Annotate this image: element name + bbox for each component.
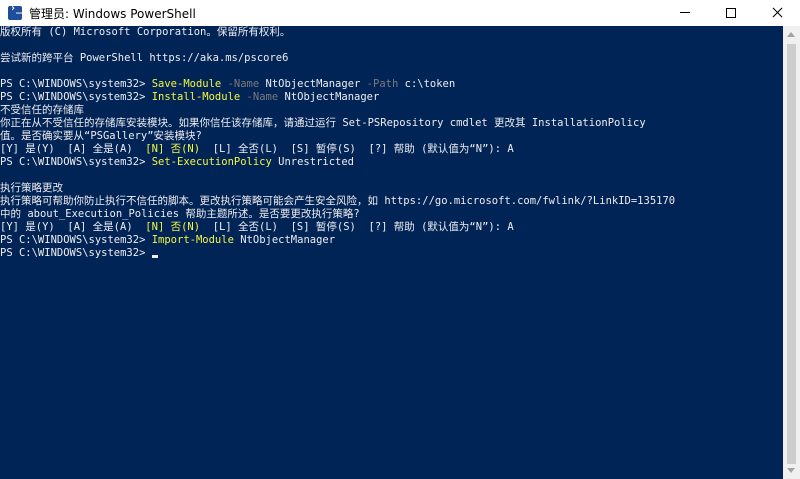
- console-line: PS C:\WINDOWS\system32>: [0, 247, 783, 260]
- console-text: 你正在从不受信任的存储库安装模块。如果你信任该存储库，请通过运行 Set-PSR…: [0, 117, 646, 129]
- console-text: c:\token: [398, 78, 456, 90]
- scroll-down-icon[interactable]: [783, 462, 800, 479]
- command-token: Set-ExecutionPolicy: [151, 156, 272, 168]
- console-text: 不受信任的存储库: [0, 104, 84, 116]
- console-text: PS C:\WINDOWS\system32>: [0, 91, 152, 103]
- console-line: PS C:\WINDOWS\system32> Set-ExecutionPol…: [0, 156, 783, 169]
- console-text: PS C:\WINDOWS\system32>: [0, 78, 152, 90]
- scroll-thumb[interactable]: [787, 44, 796, 464]
- console-text: NtObjectManager: [233, 234, 336, 246]
- console-text: [L] 全否(L) [S] 暂停(S) [?] 帮助 (默认值为“N”): A: [200, 221, 514, 233]
- console-line: PS C:\WINDOWS\system32> Install-Module -…: [0, 91, 783, 104]
- text-cursor: [151, 255, 158, 258]
- command-token: Install-Module: [151, 91, 241, 103]
- console-line: [Y] 是(Y) [A] 全是(A) [N] 否(N) [L] 全否(L) [S…: [0, 221, 783, 234]
- scroll-up-icon[interactable]: [783, 26, 800, 43]
- console-text: PS C:\WINDOWS\system32>: [0, 234, 152, 246]
- console-text: [N] 否(N): [145, 143, 201, 155]
- console-line: 尝试新的跨平台 PowerShell https://aka.ms/pscore…: [0, 52, 783, 65]
- parameter-token: -Name: [240, 91, 279, 103]
- console-text: 中的 about_Execution_Policies 帮助主题所述。是否要更改…: [0, 208, 360, 220]
- console-text: PS C:\WINDOWS\system32>: [0, 247, 152, 259]
- console-text: 尝试新的跨平台 PowerShell https://aka.ms/pscore…: [0, 52, 289, 64]
- console-line: 中的 about_Execution_Policies 帮助主题所述。是否要更改…: [0, 208, 783, 221]
- powershell-window: 管理员: Windows PowerShell 版权所有 (C) Microso…: [0, 0, 800, 479]
- parameter-token: -Path: [360, 78, 399, 90]
- console-line: 执行策略可帮助你防止执行不信任的脚本。更改执行策略可能会产生安全风险，如 htt…: [0, 195, 783, 208]
- console-text: [Y] 是(Y) [A] 全是(A): [0, 221, 146, 233]
- console-text: NtObjectManager: [278, 91, 380, 103]
- command-token: Import-Module: [151, 234, 234, 246]
- console-line: PS C:\WINDOWS\system32> Import-Module Nt…: [0, 234, 783, 247]
- console-text: Unrestricted: [271, 156, 355, 168]
- vertical-scrollbar[interactable]: [783, 26, 800, 479]
- minimize-icon[interactable]: [662, 0, 708, 26]
- console-line: 不受信任的存储库: [0, 104, 783, 117]
- console-output[interactable]: 版权所有 (C) Microsoft Corporation。保留所有权利。 尝试…: [0, 26, 783, 479]
- console-text: [Y] 是(Y) [A] 全是(A): [0, 143, 146, 155]
- command-token: Save-Module: [151, 78, 222, 90]
- console-text: 版权所有 (C) Microsoft Corporation。保留所有权利。: [0, 26, 291, 38]
- console-line: 你正在从不受信任的存储库安装模块。如果你信任该存储库，请通过运行 Set-PSR…: [0, 117, 783, 130]
- console-text: [N] 否(N): [145, 221, 201, 233]
- window-title: 管理员: Windows PowerShell: [29, 6, 196, 21]
- maximize-icon[interactable]: [708, 0, 754, 26]
- console-text: NtObjectManager: [259, 78, 361, 90]
- console-line: 执行策略更改: [0, 182, 783, 195]
- parameter-token: -Name: [221, 78, 260, 90]
- console-line: PS C:\WINDOWS\system32> Save-Module -Nam…: [0, 78, 783, 91]
- close-icon[interactable]: [754, 0, 800, 26]
- console-line: [Y] 是(Y) [A] 全是(A) [N] 否(N) [L] 全否(L) [S…: [0, 143, 783, 156]
- powershell-icon: [8, 3, 22, 20]
- console-text: 执行策略更改: [0, 182, 63, 194]
- window-controls: [662, 0, 800, 26]
- title-bar[interactable]: 管理员: Windows PowerShell: [0, 0, 800, 26]
- console-text: 值。是否确实要从“PSGallery”安装模块?: [0, 130, 202, 142]
- console-text: PS C:\WINDOWS\system32>: [0, 156, 152, 168]
- console-text: 执行策略可帮助你防止执行不信任的脚本。更改执行策略可能会产生安全风险，如 htt…: [0, 195, 676, 207]
- console-text: [L] 全否(L) [S] 暂停(S) [?] 帮助 (默认值为“N”): A: [200, 143, 514, 155]
- console-line: 版权所有 (C) Microsoft Corporation。保留所有权利。: [0, 26, 783, 39]
- console-line: 值。是否确实要从“PSGallery”安装模块?: [0, 130, 783, 143]
